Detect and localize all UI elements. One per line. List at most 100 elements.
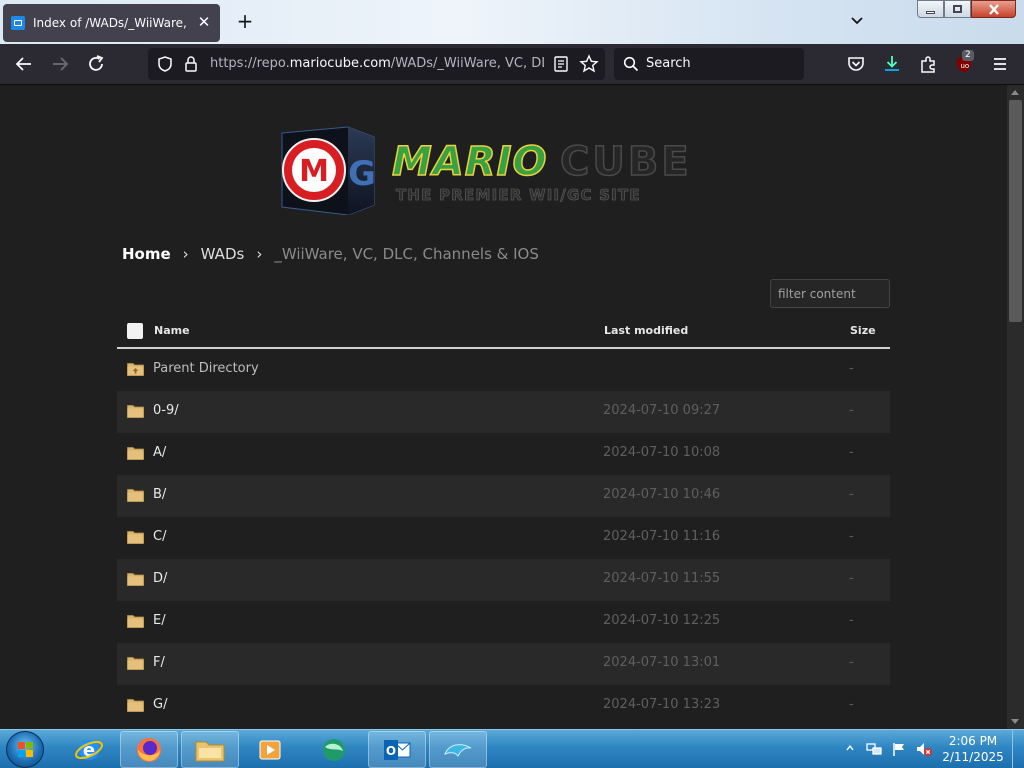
internet-explorer-icon: e — [75, 739, 103, 761]
table-row[interactable]: 0-9/2024-07-10 09:27 - — [117, 391, 890, 433]
search-box[interactable]: Search — [614, 48, 804, 80]
row-name-link[interactable]: 0-9/ — [153, 403, 179, 418]
active-tab[interactable]: Index of /WADs/_WiiWare, VC, DLC, Channe… — [3, 4, 220, 42]
listing-header: Name Last modified Size — [117, 315, 890, 349]
table-row[interactable]: F/2024-07-10 13:01 - — [117, 643, 890, 685]
window-restore-button[interactable] — [944, 0, 971, 18]
directory-listing: Name Last modified Size Parent Directory… — [117, 315, 890, 727]
url-prefix: https://repo. — [210, 56, 290, 71]
downloads-icon[interactable] — [881, 53, 903, 75]
row-last-modified: 2024-07-10 10:08 — [603, 445, 721, 460]
action-center-flag-icon[interactable] — [891, 741, 907, 757]
row-name-link[interactable]: B/ — [153, 487, 166, 502]
breadcrumb-wads-link[interactable]: WADs — [201, 245, 245, 263]
breadcrumb-home-link[interactable]: Home — [122, 245, 171, 263]
reload-icon[interactable] — [85, 53, 107, 75]
url-domain: mariocube.com — [289, 56, 391, 71]
parent-folder-icon — [127, 363, 144, 376]
row-last-modified: 2024-07-10 12:25 — [603, 613, 721, 628]
address-bar[interactable]: https://repo.mariocube.com/WADs/_WiiWare… — [148, 48, 605, 80]
taskbar-file-explorer[interactable] — [181, 731, 239, 768]
lock-icon[interactable] — [183, 55, 199, 73]
search-icon — [623, 56, 639, 72]
logo-badge-letter: M — [299, 154, 329, 189]
taskbar-marble-app[interactable] — [305, 731, 363, 768]
scroll-up-arrow-icon[interactable] — [1011, 90, 1019, 95]
tab-close-icon[interactable]: ✕ — [195, 13, 213, 31]
table-row[interactable]: D/2024-07-10 11:55 - — [117, 559, 890, 601]
taskbar-outlook[interactable]: O — [368, 731, 426, 768]
folder-icon — [195, 741, 225, 761]
table-row[interactable]: B/2024-07-10 10:46 - — [117, 475, 890, 517]
pocket-icon[interactable] — [845, 53, 867, 75]
row-name-link[interactable]: Parent Directory — [153, 361, 259, 376]
search-placeholder: Search — [646, 56, 691, 71]
volume-muted-icon[interactable] — [915, 741, 933, 757]
modified-column-header[interactable]: Last modified — [604, 324, 688, 337]
menu-hamburger-icon[interactable] — [989, 53, 1011, 75]
table-row[interactable]: E/2024-07-10 12:25 - — [117, 601, 890, 643]
taskbar-firefox[interactable] — [120, 731, 178, 768]
window-minimize-button[interactable] — [917, 0, 944, 18]
page-favicon-icon — [11, 16, 25, 30]
listing-rows: Parent Directory -0-9/2024-07-10 09:27- A/… — [117, 349, 890, 727]
clock-time: 2:06 PM — [948, 734, 998, 748]
bookmark-star-icon[interactable] — [579, 54, 599, 74]
tab-title: Index of /WADs/_WiiWare, VC, DLC, Channe… — [33, 16, 189, 30]
folder-icon — [127, 405, 144, 418]
row-last-modified: 2024-07-10 13:23 — [603, 697, 721, 712]
network-icon[interactable] — [866, 741, 882, 757]
system-clock[interactable]: 2:06 PM 2/11/2025 — [940, 733, 1006, 765]
scroll-down-arrow-icon[interactable] — [1011, 719, 1019, 724]
start-button[interactable] — [6, 731, 44, 768]
row-last-modified: 2024-07-10 11:16 — [603, 529, 721, 544]
window-close-button[interactable] — [971, 0, 1016, 18]
row-name-link[interactable]: A/ — [153, 445, 166, 460]
row-name-link[interactable]: C/ — [153, 529, 166, 544]
row-last-modified: 2024-07-10 09:27 — [603, 403, 721, 418]
back-arrow-icon[interactable] — [13, 53, 35, 75]
url-text[interactable]: https://repo.mariocube.com/WADs/_WiiWare… — [210, 56, 544, 71]
forward-arrow-icon[interactable] — [49, 53, 71, 75]
row-size: - — [849, 361, 854, 376]
row-size: - — [849, 571, 854, 586]
extension-count-badge: 2 — [962, 50, 974, 61]
table-row[interactable]: A/2024-07-10 10:08 - — [117, 433, 890, 475]
folder-icon — [127, 699, 144, 712]
taskbar-dolphin-emulator[interactable] — [429, 731, 487, 768]
reader-view-icon[interactable] — [553, 55, 569, 73]
marble-globe-icon — [323, 738, 345, 761]
tracking-protection-shield-icon[interactable] — [156, 55, 174, 73]
scroll-thumb[interactable] — [1009, 100, 1022, 322]
row-name-link[interactable]: D/ — [153, 571, 167, 586]
name-column-header[interactable]: Name — [154, 324, 190, 337]
clock-date: 2/11/2025 — [942, 750, 1004, 764]
filter-content-input[interactable] — [770, 279, 890, 308]
row-name-link[interactable]: E/ — [153, 613, 166, 628]
show-desktop-button[interactable] — [1012, 730, 1024, 768]
page-scrollbar[interactable] — [1007, 85, 1024, 729]
mariocube-logo[interactable]: M G MARIO CUBE THE PREMIER WII/GC SITE — [278, 123, 728, 215]
folder-icon — [127, 615, 144, 628]
show-hidden-icons-chevron-icon[interactable] — [846, 744, 854, 752]
parent-directory-row[interactable]: Parent Directory - — [117, 349, 890, 391]
logo-badge-letter2: G — [348, 154, 376, 194]
folder-icon — [127, 447, 144, 460]
logo-word-mario: MARIO — [392, 139, 547, 185]
dolphin-icon — [444, 743, 472, 757]
select-all-checkbox[interactable] — [127, 323, 143, 339]
taskbar-internet-explorer[interactable]: e — [60, 731, 118, 768]
taskbar-media-player[interactable] — [241, 731, 299, 768]
table-row[interactable]: C/2024-07-10 11:16 - — [117, 517, 890, 559]
list-all-tabs-icon[interactable] — [848, 12, 866, 30]
windows-taskbar: e O 2:06 PM 2/11/2025 — [0, 729, 1024, 768]
table-row[interactable]: G/2024-07-10 13:23 - — [117, 685, 890, 727]
new-tab-button[interactable]: + — [235, 11, 255, 31]
size-column-header[interactable]: Size — [850, 324, 876, 337]
row-name-link[interactable]: F/ — [153, 655, 165, 670]
breadcrumb-chevron-icon: › — [182, 245, 189, 263]
row-name-link[interactable]: G/ — [153, 697, 167, 712]
row-size: - — [849, 529, 854, 544]
breadcrumb: Home › WADs › _WiiWare, VC, DLC, Channel… — [122, 245, 539, 263]
extensions-puzzle-icon[interactable] — [917, 53, 939, 75]
